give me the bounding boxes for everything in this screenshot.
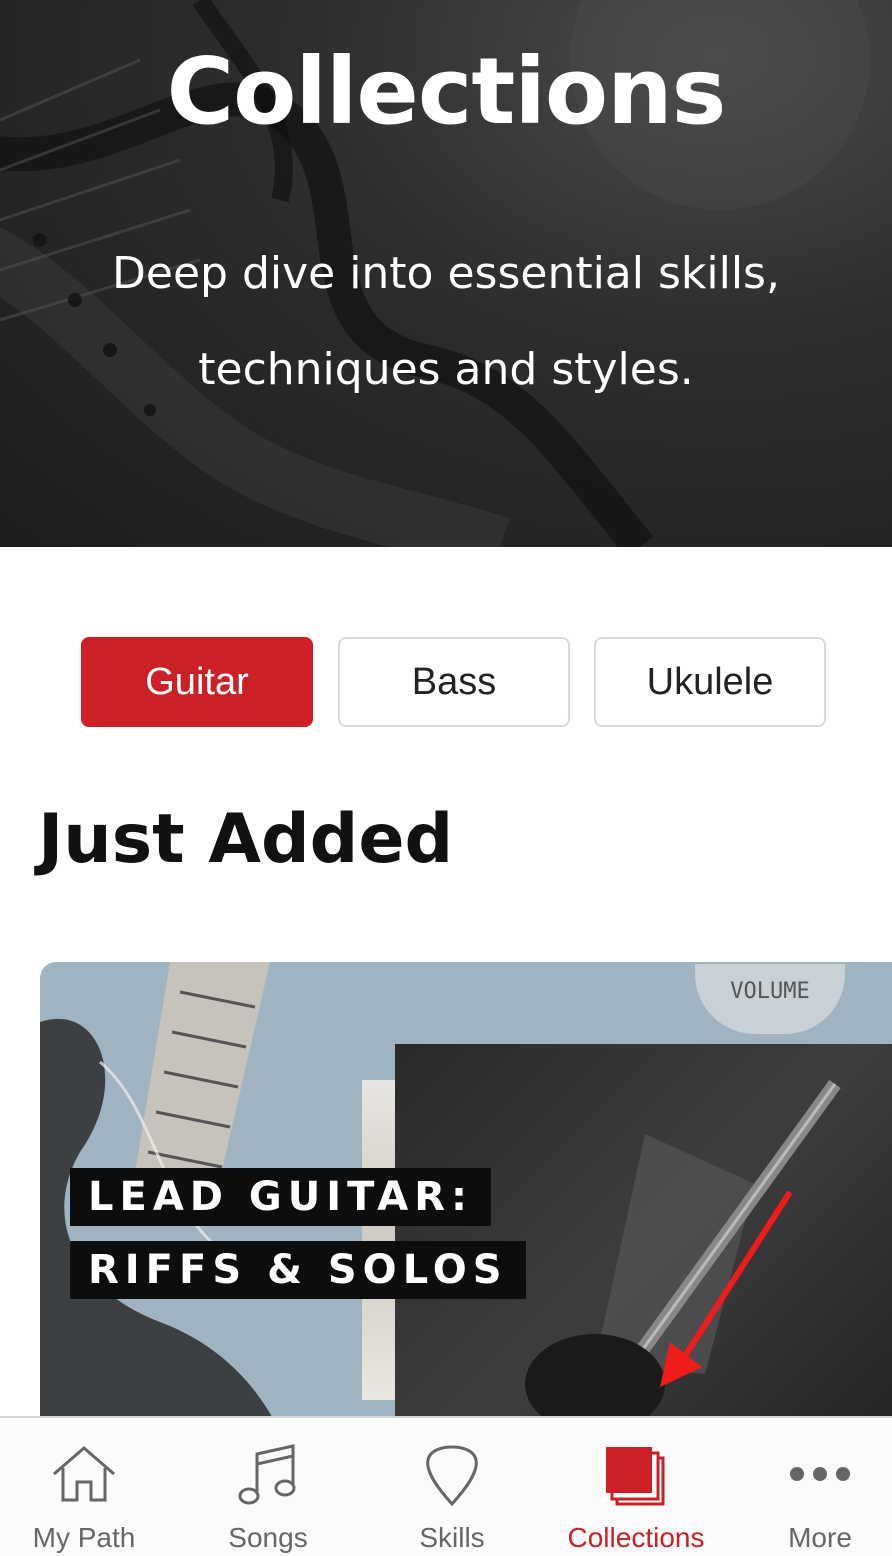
section-title: Just Added bbox=[38, 800, 454, 879]
red-arrow-annotation bbox=[660, 1190, 793, 1387]
tab-skills[interactable]: Skills bbox=[362, 1418, 542, 1556]
hero-banner: Collections Deep dive into essential ski… bbox=[0, 0, 892, 547]
bottom-tab-bar: My Path Songs Skills Collections More bbox=[0, 1416, 892, 1556]
tab-collections[interactable]: Collections bbox=[546, 1418, 726, 1556]
stack-icon bbox=[606, 1447, 665, 1506]
pearl-strip bbox=[362, 1080, 398, 1400]
card-title-line-2: RIFFS & SOLOS bbox=[70, 1241, 526, 1299]
tab-my-path[interactable]: My Path bbox=[0, 1418, 174, 1556]
tab-label: Collections bbox=[567, 1522, 705, 1553]
collection-card[interactable]: VOLUME LEAD GUITAR: RIFFS & SOLOS bbox=[40, 962, 892, 1432]
filter-label: Bass bbox=[411, 660, 497, 703]
filter-bass-button[interactable]: Bass bbox=[338, 637, 570, 727]
more-icon bbox=[790, 1467, 850, 1481]
tab-label: Skills bbox=[419, 1522, 485, 1553]
page-subtitle: Deep dive into essential skills, techniq… bbox=[112, 248, 780, 395]
tab-label: My Path bbox=[32, 1522, 136, 1553]
home-icon bbox=[53, 1446, 115, 1502]
volume-knob: VOLUME bbox=[695, 964, 845, 1034]
filter-label: Ukulele bbox=[646, 660, 774, 703]
page-title: Collections bbox=[166, 38, 727, 145]
filter-ukulele-button[interactable]: Ukulele bbox=[594, 637, 826, 727]
filter-label: Guitar bbox=[145, 660, 249, 703]
music-note-icon bbox=[238, 1444, 296, 1505]
card-title-line-1: LEAD GUITAR: bbox=[70, 1168, 492, 1226]
tab-songs[interactable]: Songs bbox=[178, 1418, 358, 1556]
tab-label: Songs bbox=[228, 1522, 308, 1553]
tab-label: More bbox=[788, 1522, 852, 1553]
guitar-pick-icon bbox=[426, 1445, 478, 1507]
tab-more[interactable]: More bbox=[730, 1418, 892, 1556]
filter-guitar-button[interactable]: Guitar bbox=[81, 637, 313, 727]
